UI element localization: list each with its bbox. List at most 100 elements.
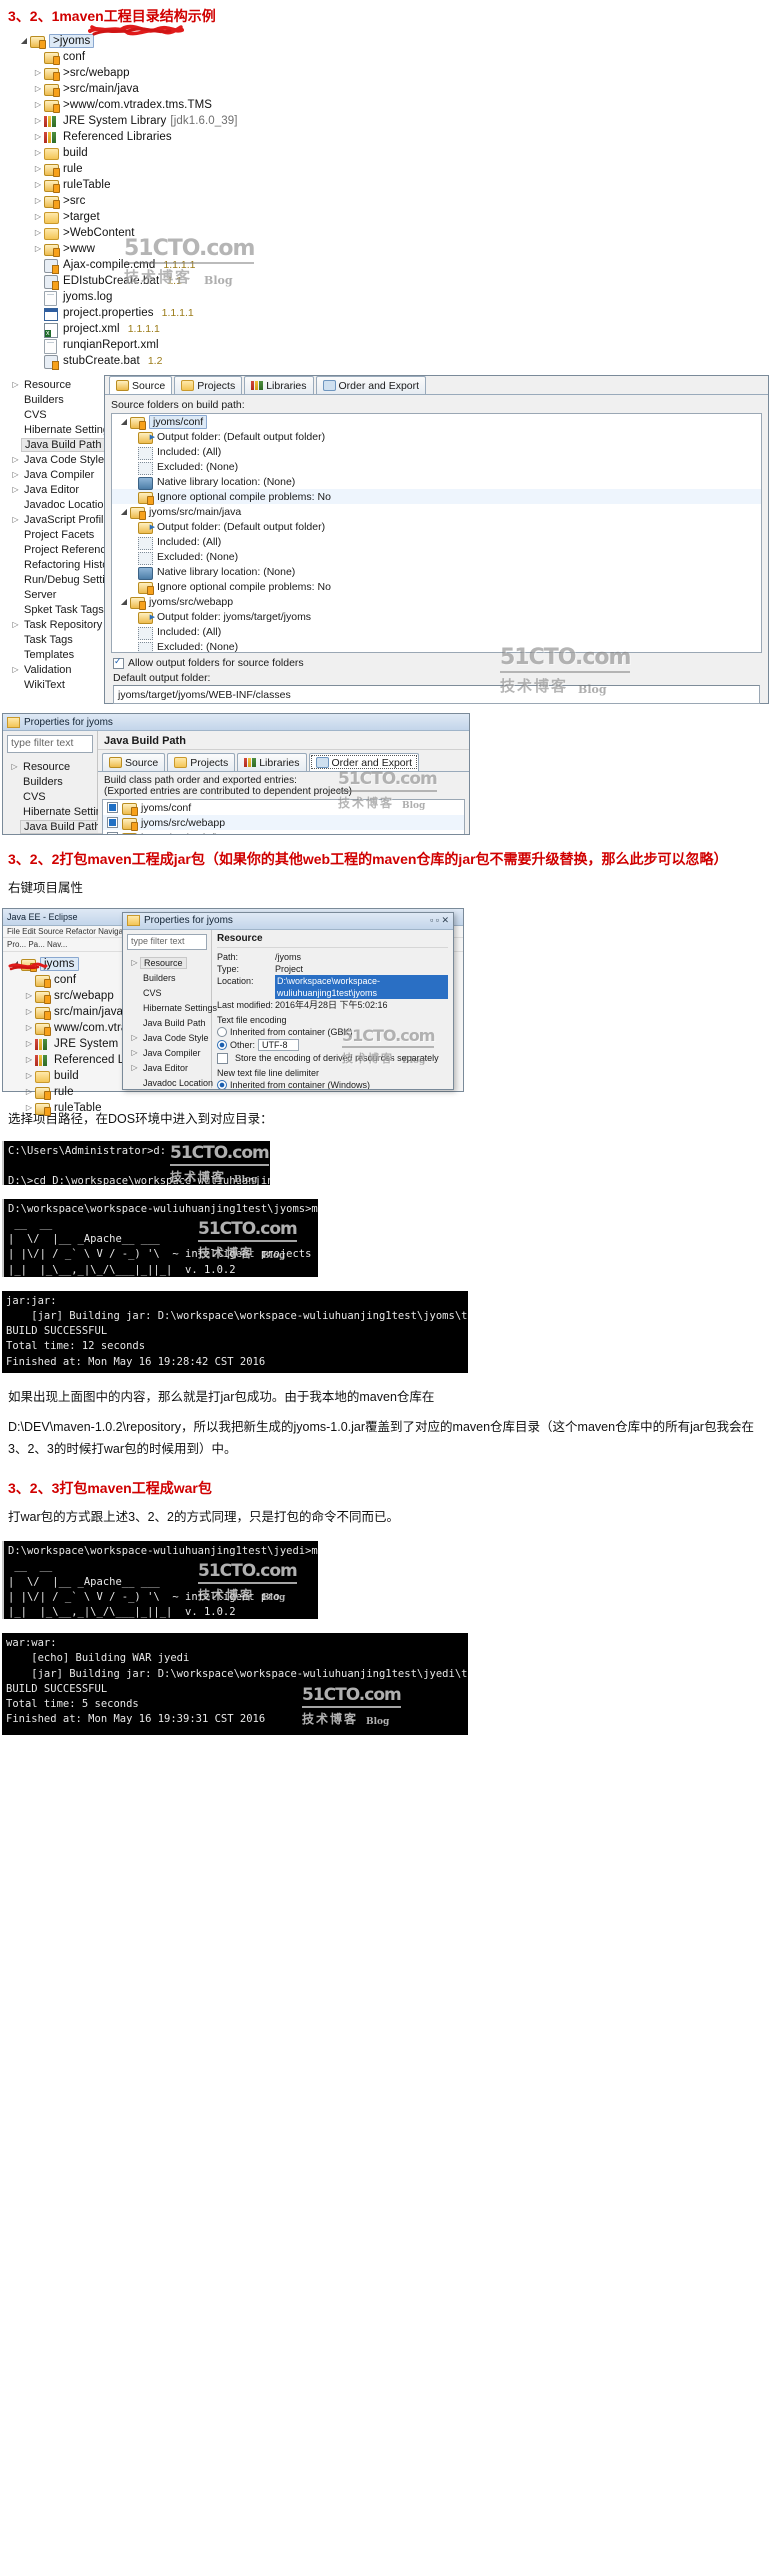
- entry-export-checkbox[interactable]: [107, 802, 118, 813]
- sidebar-item-java-code-style[interactable]: Java Code Style: [6, 452, 104, 468]
- sidebar-item-resource[interactable]: Resource: [6, 377, 100, 392]
- tab-order-and-export[interactable]: Order and Export: [308, 753, 420, 771]
- expand-arrow-closed-icon[interactable]: [32, 97, 44, 113]
- window-controls[interactable]: ▫ ▫ ✕: [430, 915, 449, 926]
- expand-arrow-closed-icon[interactable]: [23, 1068, 35, 1084]
- source-folder-row[interactable]: Ignore optional compile problems: No: [112, 579, 761, 595]
- sidebar-item-java-build-path[interactable]: Java Build Path: [5, 819, 105, 834]
- tree-item[interactable]: rule: [18, 161, 776, 177]
- tree-item[interactable]: Referenced Libraries: [18, 129, 776, 145]
- sidebar-item-java-compiler[interactable]: Java Compiler: [125, 1046, 211, 1061]
- tab-projects[interactable]: Projects: [167, 753, 236, 771]
- sidebar-item-task-tags[interactable]: Task Tags: [6, 632, 100, 647]
- tree-item[interactable]: project.properties 1.1.1.1: [18, 305, 776, 321]
- expand-arrow-closed-icon[interactable]: [10, 377, 21, 393]
- sidebar-item-hibernate-settings[interactable]: Hibernate Settings: [5, 804, 114, 819]
- sidebar-item-javascript-profiles[interactable]: JavaScript Profiles: [6, 512, 115, 528]
- tab-source[interactable]: Source: [102, 753, 166, 771]
- encoding-other-row[interactable]: Other: UTF-8: [217, 1038, 448, 1051]
- source-folders-tree[interactable]: jyoms/confOutput folder: (Default output…: [111, 413, 762, 653]
- tree-item[interactable]: conf: [18, 49, 776, 65]
- classpath-entry-row[interactable]: jyoms/conf: [103, 800, 464, 816]
- package-explorer-tree[interactable]: >jyoms conf >src/webapp >src/main/java >www/…: [0, 29, 776, 371]
- expand-arrow-closed-icon[interactable]: [23, 1004, 35, 1020]
- expand-arrow-closed-icon[interactable]: [23, 1020, 35, 1036]
- tree-item[interactable]: jyoms.log: [18, 289, 776, 306]
- tree-item[interactable]: >src: [18, 193, 776, 209]
- expand-arrow-open-icon[interactable]: [118, 504, 130, 520]
- source-folder-row[interactable]: Output folder: (Default output folder): [112, 519, 761, 534]
- sidebar-item-templates[interactable]: Templates: [6, 647, 100, 662]
- sidebar-item-hibernate-settings[interactable]: Hibernate Settings: [6, 422, 115, 437]
- expand-arrow-closed-icon[interactable]: [32, 241, 44, 257]
- expand-arrow-closed-icon[interactable]: [10, 467, 21, 483]
- dialog3-sidebar[interactable]: type filter text Resource Builders CVS Hibe…: [123, 929, 217, 1089]
- sidebar-item-java-build-path[interactable]: Java Build Path: [125, 1016, 211, 1031]
- sidebar-item-project-references[interactable]: Project References: [6, 542, 118, 557]
- sidebar-item-wikitext[interactable]: WikiText: [6, 677, 100, 692]
- sidebar-item-server[interactable]: Server: [6, 587, 100, 602]
- source-folder-row[interactable]: Included: (All): [112, 534, 761, 550]
- expand-arrow-closed-icon[interactable]: [23, 1036, 35, 1052]
- expand-arrow-closed-icon[interactable]: [32, 145, 44, 161]
- radio-inherited-encoding[interactable]: [217, 1026, 227, 1037]
- tree-item[interactable]: ruleTable: [18, 177, 776, 193]
- source-folder-row[interactable]: jyoms/conf: [112, 414, 761, 430]
- tree-item[interactable]: build: [18, 145, 776, 161]
- expand-arrow-closed-icon[interactable]: [32, 193, 44, 209]
- sidebar-item-spket-task-tags[interactable]: Spket Task Tags: [6, 602, 104, 617]
- tab-libraries[interactable]: Libraries: [244, 376, 314, 394]
- encoding-inherited-row[interactable]: Inherited from container (GBK): [217, 1026, 448, 1037]
- expand-arrow-closed-icon[interactable]: [32, 129, 44, 145]
- expand-arrow-closed-icon[interactable]: [23, 988, 35, 1004]
- entry-export-checkbox[interactable]: [107, 817, 118, 828]
- expand-arrow-open-icon[interactable]: [9, 956, 21, 972]
- sidebar-item-java-compiler[interactable]: Java Compiler: [6, 467, 100, 482]
- expand-arrow-open-icon[interactable]: [18, 33, 30, 49]
- sidebar-item-project-facets[interactable]: Project Facets: [6, 527, 100, 542]
- order-export-tabbar[interactable]: Source Projects Libraries Order and Export: [98, 753, 469, 772]
- sidebar-item-builders[interactable]: Builders: [6, 392, 100, 407]
- dialog2-sidebar[interactable]: type filter text Resource Builders CVSHibe…: [3, 731, 114, 835]
- expand-arrow-closed-icon[interactable]: [10, 512, 21, 528]
- tree-item[interactable]: >src/main/java: [18, 81, 776, 97]
- filter-input-2[interactable]: type filter text: [7, 735, 93, 753]
- sidebar-item-builders[interactable]: Builders: [5, 774, 97, 789]
- expand-arrow-open-icon[interactable]: [118, 594, 130, 610]
- tab-source[interactable]: Source: [109, 376, 173, 394]
- tree-item[interactable]: >jyoms: [18, 33, 776, 49]
- expand-arrow-closed-icon[interactable]: [129, 955, 140, 971]
- sidebar-item-hibernate-settings[interactable]: Hibernate Settings: [125, 1001, 217, 1016]
- build-path-tabbar[interactable]: Source Projects Libraries Order and Export: [105, 376, 768, 395]
- sidebar-item-javadoc-location[interactable]: Javadoc Location: [6, 497, 110, 512]
- sidebar-item-cvs[interactable]: CVS: [125, 986, 211, 1001]
- sidebar-item-javadoc-location[interactable]: Javadoc Location: [125, 1076, 213, 1089]
- sidebar-item-java-code-style[interactable]: Java Code Style: [125, 1031, 211, 1046]
- source-folder-row[interactable]: Excluded: (None): [112, 459, 761, 475]
- tree-item[interactable]: runqianReport.xml: [18, 337, 776, 354]
- source-folder-row[interactable]: Output folder: jyoms/target/jyoms: [112, 609, 761, 624]
- store-encoding-row[interactable]: Store the encoding of derived resources …: [217, 1052, 448, 1064]
- sidebar-item-run-debug-settings[interactable]: Run/Debug Settings: [6, 572, 122, 587]
- sidebar-item-java-build-path[interactable]: Java Build Path: [6, 437, 106, 452]
- expand-arrow-closed-icon[interactable]: [32, 177, 44, 193]
- expand-arrow-closed-icon[interactable]: [10, 452, 21, 468]
- classpath-entries-list[interactable]: jyoms/conf jyoms/src/webapp jyoms/src/main…: [102, 799, 465, 834]
- dialog1-sidebar[interactable]: ResourceBuildersCVSHibernate SettingsJav…: [4, 375, 122, 694]
- expand-arrow-closed-icon[interactable]: [9, 834, 20, 835]
- tree-item[interactable]: project.xml 1.1.1.1: [18, 321, 776, 338]
- tree-item[interactable]: >target: [18, 209, 776, 225]
- expand-arrow-closed-icon[interactable]: [32, 161, 44, 177]
- radio-other-encoding[interactable]: [217, 1039, 227, 1050]
- tree-item[interactable]: >src/webapp: [18, 65, 776, 81]
- expand-arrow-closed-icon[interactable]: [32, 225, 44, 241]
- tree-item[interactable]: stubCreate.bat 1.2: [18, 353, 776, 370]
- source-folder-row[interactable]: Output folder: (Default output folder): [112, 429, 761, 444]
- source-folder-row[interactable]: Native library location: (None): [112, 474, 761, 490]
- tree-item[interactable]: ruleTable: [9, 1100, 463, 1116]
- tree-item[interactable]: JRE System Library[jdk1.6.0_39]: [18, 113, 776, 129]
- expand-arrow-closed-icon[interactable]: [23, 1084, 35, 1100]
- tree-item[interactable]: Ajax-compile.cmd 1.1.1.1: [18, 257, 776, 274]
- sidebar-item-java-editor[interactable]: Java Editor: [6, 482, 100, 497]
- classpath-entry-row[interactable]: jyoms/src/webapp: [103, 815, 464, 831]
